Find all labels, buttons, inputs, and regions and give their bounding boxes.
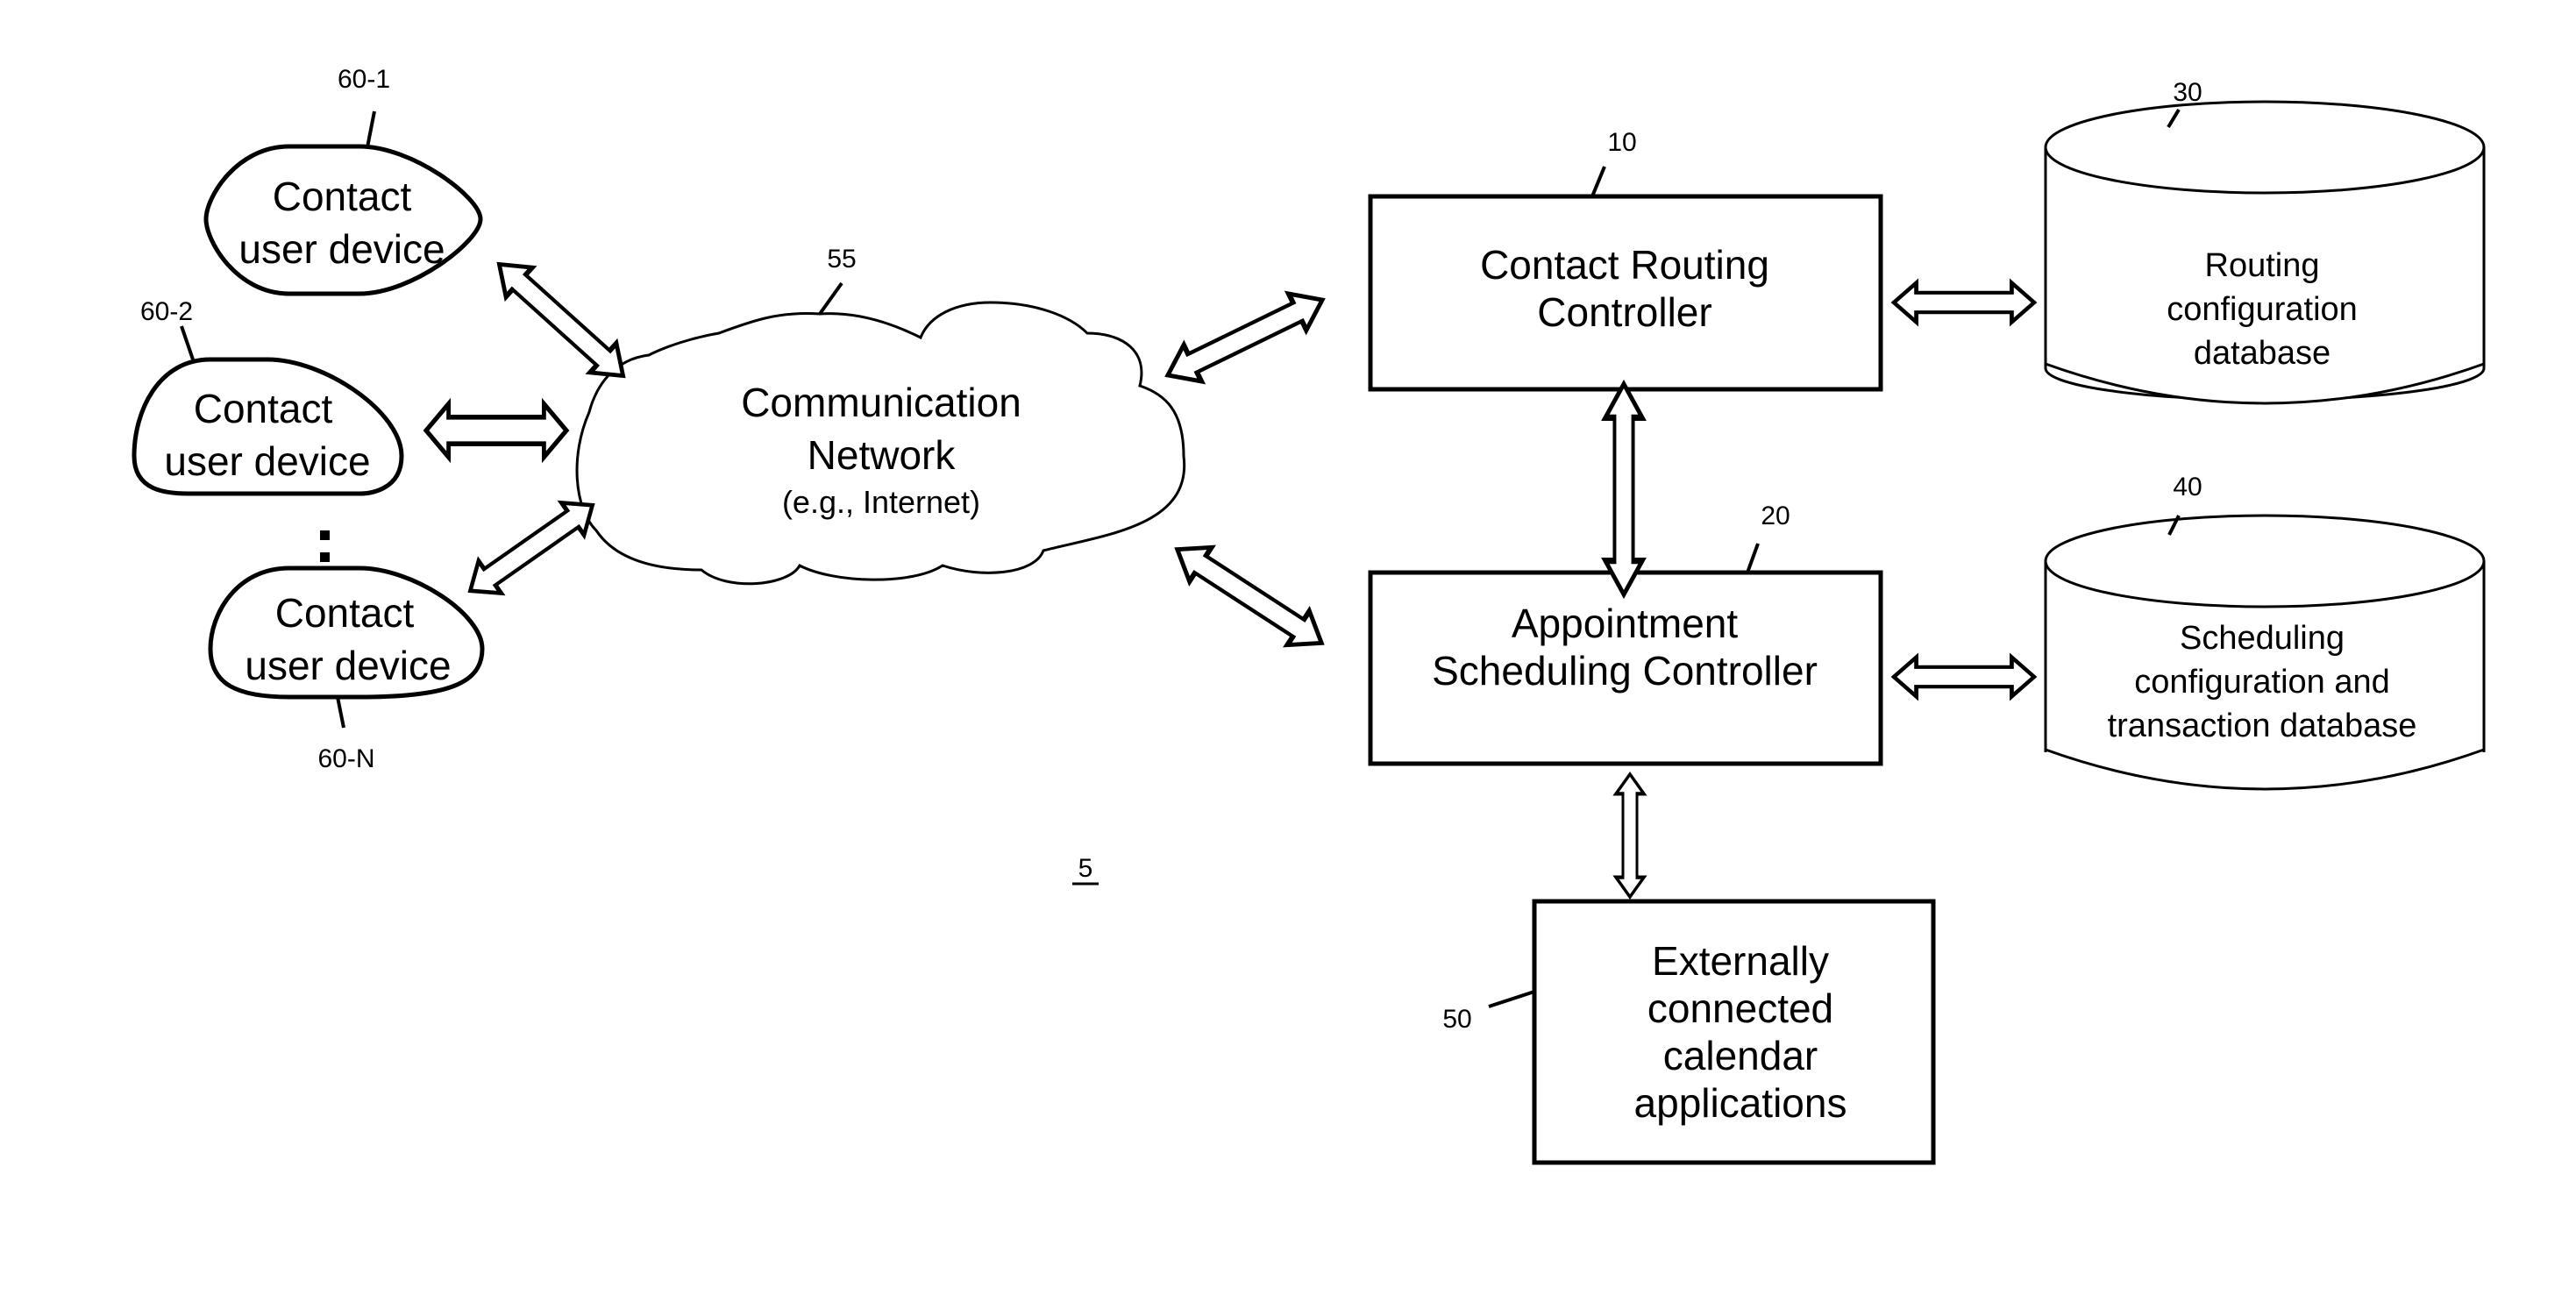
ref-label: 60-N: [317, 744, 374, 773]
leader-line: [180, 325, 195, 360]
leader-line: [1488, 990, 1535, 1008]
routing-db-line1: Routing: [2205, 247, 2320, 284]
device-node-60-N: Contact user device 60-N: [208, 566, 485, 773]
leader-line: [336, 696, 345, 729]
cylinder-top: [2044, 100, 2486, 195]
scheduling-db-line3: transaction database: [2108, 708, 2417, 744]
routing-label-line2: Controller: [1537, 289, 1711, 335]
device-node-60-2: Contact user device 60-2: [132, 297, 404, 496]
calendar-label-line2: connected: [1647, 985, 1833, 1031]
figure-number-text: 5: [1078, 854, 1093, 883]
ref-label: 20: [1761, 502, 1790, 530]
scheduling-db-line2: configuration and: [2134, 664, 2390, 701]
routing-controller-10: Contact Routing Controller 10: [1368, 128, 1883, 392]
calendar-label-line4: applications: [1634, 1080, 1847, 1126]
routing-label-line1: Contact Routing: [1480, 242, 1769, 288]
arrow-scheduling-calendar: [1616, 774, 1644, 897]
cylinder-bottom: [2045, 748, 2485, 791]
dot: [320, 552, 330, 562]
network-cloud-55: Communication Network (e.g., Internet) 5…: [575, 245, 1186, 586]
leader-line: [1590, 166, 1606, 197]
ref-label: 55: [827, 245, 856, 274]
leader-line: [818, 281, 843, 316]
device-label-line1: Contact: [275, 590, 415, 636]
leader-line: [366, 110, 376, 148]
ref-label: 60-2: [140, 297, 193, 326]
calendar-label-line3: calendar: [1663, 1033, 1818, 1078]
arrow-deviceN-network: [459, 489, 604, 607]
arrow-routing-db: [1894, 283, 2034, 323]
scheduling-label-line1: Appointment: [1512, 601, 1738, 646]
ref-label: 40: [2173, 473, 2202, 502]
ref-label: 10: [1607, 128, 1636, 157]
device-label-line2: user device: [245, 643, 451, 688]
calendar-label-line1: Externally: [1652, 938, 1829, 984]
arrow-network-scheduling: [1166, 532, 1332, 659]
routing-db-line3: database: [2194, 335, 2330, 372]
network-label-line3: (e.g., Internet): [782, 484, 980, 520]
scheduling-db-line1: Scheduling: [2180, 620, 2345, 657]
device-node-60-1: Contact user device 60-1: [203, 65, 483, 296]
arrow-device2-network: [426, 404, 566, 458]
routing-db-line2: configuration: [2167, 291, 2358, 328]
cylinder-top: [2044, 514, 2486, 608]
ref-label: 30: [2173, 78, 2202, 107]
device-label-line1: Contact: [194, 386, 333, 431]
figure-number: 5: [1072, 854, 1099, 886]
ref-label: 50: [1442, 1005, 1471, 1034]
system-diagram: Contact user device 60-1 Contact user de…: [132, 65, 2486, 1165]
routing-db-30: Routing configuration database 30: [2044, 78, 2486, 405]
calendar-apps-50: Externally connected calendar applicatio…: [1442, 899, 1936, 1165]
network-label-line2: Network: [808, 432, 957, 478]
dot: [320, 530, 330, 540]
network-label-line1: Communication: [741, 380, 1021, 425]
scheduling-label-line2: Scheduling Controller: [1432, 648, 1818, 694]
ref-label: 60-1: [338, 65, 390, 94]
scheduling-db-40: Scheduling configuration and transaction…: [2044, 473, 2486, 791]
arrow-routing-scheduling: [1605, 384, 1642, 594]
device-label-line2: user device: [238, 226, 445, 272]
arrow-scheduling-db: [1894, 658, 2034, 697]
arrow-network-routing: [1159, 281, 1331, 393]
leader-line: [1746, 543, 1760, 573]
device-label-line2: user device: [164, 438, 370, 484]
device-label-line1: Contact: [273, 174, 412, 219]
arrow-device1-network: [486, 250, 636, 390]
